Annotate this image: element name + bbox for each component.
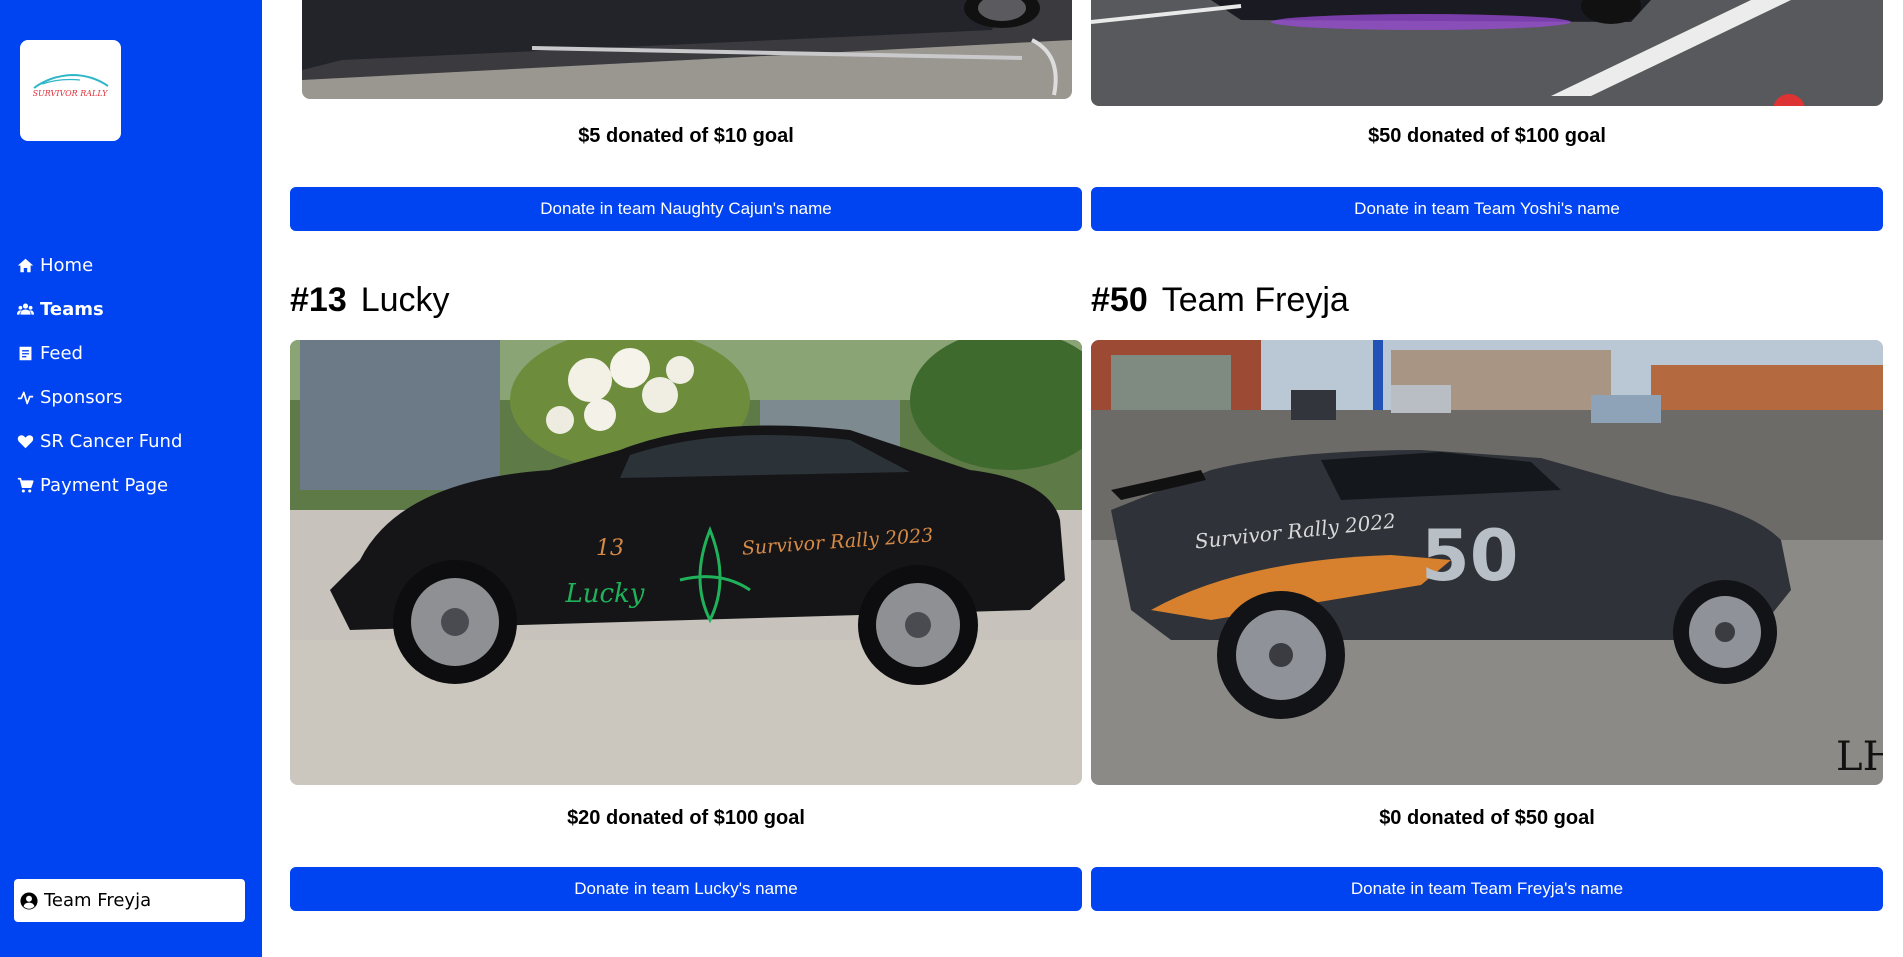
user-circle-icon [20, 891, 38, 910]
team-title: #13 Lucky [290, 280, 450, 320]
logo-text: SURVIVOR RALLY [33, 89, 109, 98]
donate-button[interactable]: Donate in team Team Freyja's name [1091, 867, 1883, 911]
donation-progress-text: $5 donated of $10 goal [578, 125, 794, 147]
donate-button[interactable]: Donate in team Naughty Cajun's name [290, 187, 1082, 231]
teams-grid: $5 donated of $10 goal Donate in team Na… [262, 0, 1903, 957]
sidebar-item-payment-page[interactable]: Payment Page [0, 463, 262, 507]
feed-icon [15, 343, 35, 363]
team-car-photo [302, 0, 1072, 99]
team-car-photo: Survivor Rally 2023 Lucky 13 [290, 340, 1082, 785]
sidebar-item-label: Teams [40, 298, 104, 320]
heart-icon [15, 431, 35, 451]
sidebar-item-sr-cancer-fund[interactable]: SR Cancer Fund [0, 419, 262, 463]
team-car-photo: 50 Survivor Rally 2022 LH [1091, 340, 1883, 785]
donate-button[interactable]: Donate in team Lucky's name [290, 867, 1082, 911]
donation-progress-text: $20 donated of $100 goal [567, 807, 805, 829]
team-number: #50 [1091, 281, 1148, 319]
donation-progress-text: $0 donated of $50 goal [1379, 807, 1595, 829]
team-car-photo [1091, 0, 1883, 106]
sidebar-item-sponsors[interactable]: Sponsors [0, 375, 262, 419]
sidebar-item-label: Feed [40, 342, 83, 364]
sidebar-item-label: SR Cancer Fund [40, 430, 183, 452]
donate-button[interactable]: Donate in team Team Yoshi's name [1091, 187, 1883, 231]
profile-button[interactable]: Team Freyja [14, 879, 245, 922]
sidebar-item-feed[interactable]: Feed [0, 331, 262, 375]
team-name: Team Freyja [1161, 281, 1349, 319]
car-number-decal: 50 [1421, 515, 1518, 597]
survivor-rally-logo[interactable]: SURVIVOR RALLY [20, 40, 121, 141]
cart-icon [15, 475, 35, 495]
team-name: Lucky [360, 281, 450, 319]
sidebar-item-label: Payment Page [40, 474, 169, 496]
sidebar-item-label: Home [40, 254, 94, 276]
sidebar-item-teams[interactable]: Teams [0, 287, 262, 331]
sidebar-item-home[interactable]: Home [0, 243, 262, 287]
team-number: #13 [290, 281, 347, 319]
profile-label: Team Freyja [44, 890, 152, 911]
car-lucky-decal: Lucky [564, 579, 644, 609]
sidebar: SURVIVOR RALLY Home Teams Feed Sponsors … [0, 0, 262, 957]
sidebar-item-label: Sponsors [40, 386, 123, 408]
photographer-watermark: LH [1836, 734, 1883, 780]
home-icon [15, 255, 35, 275]
donation-progress-text: $50 donated of $100 goal [1368, 125, 1606, 147]
sponsors-icon [15, 387, 35, 407]
teams-icon [15, 299, 35, 319]
team-title: #50 Team Freyja [1091, 280, 1349, 320]
sidebar-nav: Home Teams Feed Sponsors SR Cancer Fund … [0, 243, 262, 507]
car-number-decal: 13 [596, 536, 624, 561]
